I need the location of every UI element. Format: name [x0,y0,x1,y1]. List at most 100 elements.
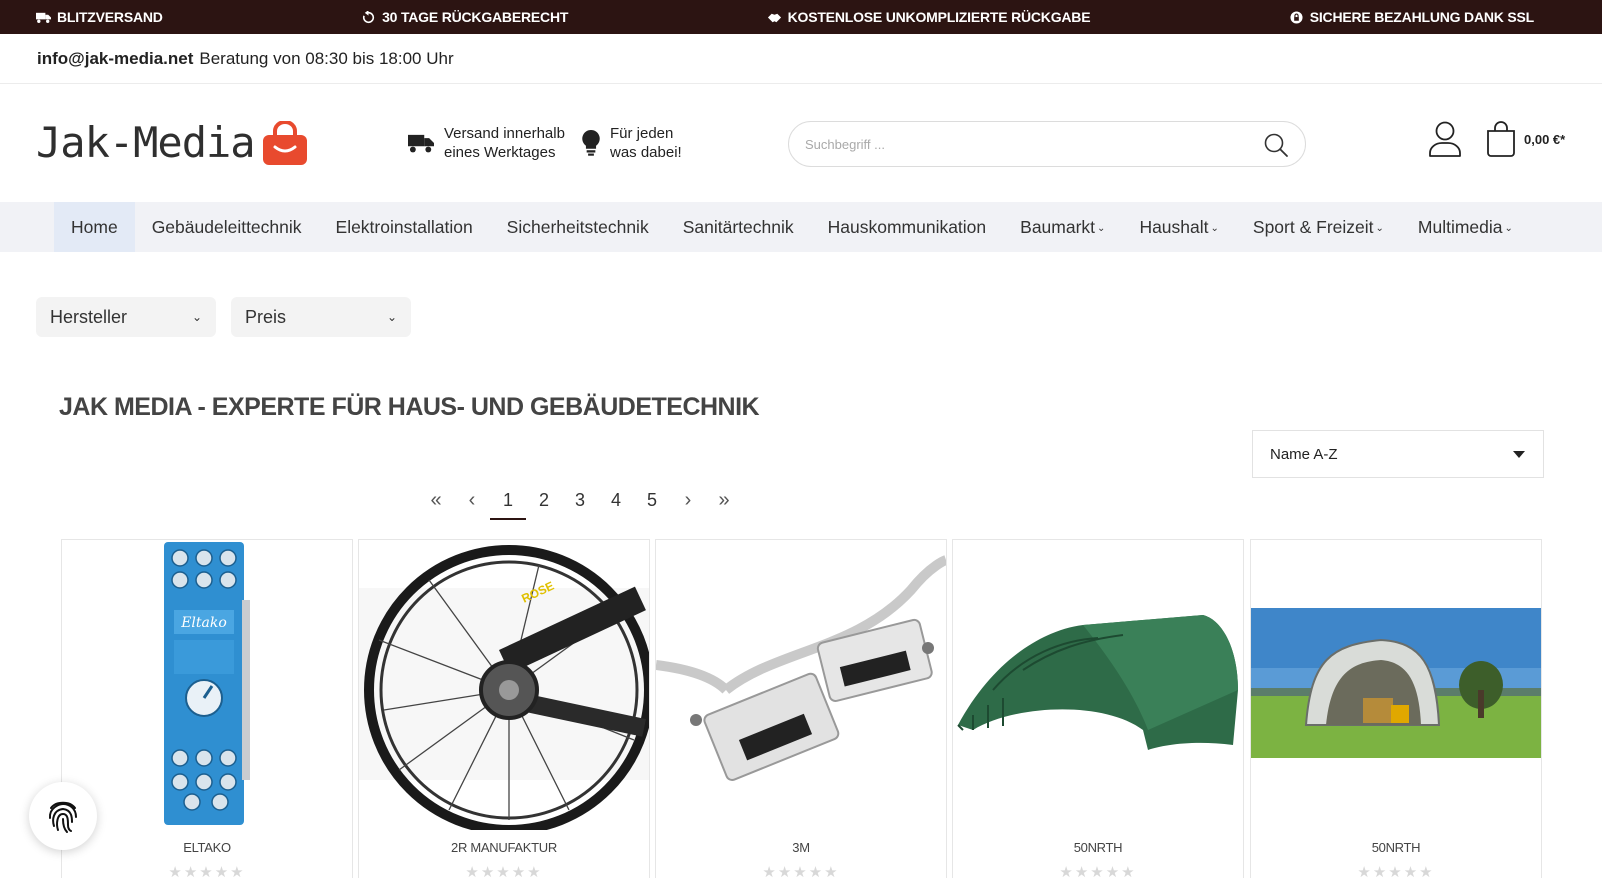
main-navigation: Home Gebäudeleittechnik Elektroinstallat… [0,202,1602,252]
truck-icon [36,12,51,23]
last-page-button[interactable]: » [706,484,742,516]
nav-label: Sport & Freizeit [1252,216,1374,237]
usp-item: SICHERE BEZAHLUNG DANK SSL [1289,9,1534,25]
nav-label: Elektroinstallation [335,216,473,237]
page-5-link[interactable]: 5 [634,484,670,516]
usp-label: BLITZVERSAND [57,9,163,25]
feature-text: Für jeden was dabei! [610,124,682,162]
handshake-icon [767,13,781,22]
nav-label: Sanitärtechnik [682,216,794,237]
nav-item-hauskommunikation[interactable]: Hauskommunikation [811,202,1004,252]
search-input[interactable] [805,136,1245,152]
usp-item: 30 TAGE RÜCKGABERECHT [361,9,568,25]
chevron-down-icon: ⌄ [1210,223,1219,234]
rating-stars: ★★★★★ [1059,864,1137,878]
usp-label: KOSTENLOSE UNKOMPLIZIERTE RÜCKGABE [787,9,1091,25]
nav-item-home[interactable]: Home [54,202,135,252]
chevron-down-icon: ⌄ [1375,223,1384,234]
usp-item: BLITZVERSAND [36,9,163,25]
usp-item: KOSTENLOSE UNKOMPLIZIERTE RÜCKGABE [767,9,1091,25]
usp-label: SICHERE BEZAHLUNG DANK SSL [1309,9,1534,25]
rating-stars: ★★★★★ [1357,864,1435,878]
truck-icon [408,134,434,153]
chevron-down-icon: ⌄ [1097,223,1106,234]
usp-bar: BLITZVERSAND 30 TAGE RÜCKGABERECHT KOSTE… [0,0,1602,34]
nav-label: Multimedia [1417,216,1503,237]
contact-email-link[interactable]: info@jak-media.net [37,49,193,69]
chevron-down-icon: ⌄ [1504,223,1513,234]
cart-total: 0,00 €* [1524,131,1566,147]
fingerprint-icon [48,801,77,833]
rating-stars: ★★★★★ [168,864,246,878]
shopping-bag-logo-icon [262,120,307,165]
price-filter[interactable]: Preis ⌄ [231,297,411,337]
product-manufacturer: 50NRTH [1073,840,1123,855]
feature-text: Versand innerhalb eines Werktages [444,124,565,162]
globe-lock-icon [1290,10,1303,24]
return-icon [363,10,375,23]
din-rail-dimmer-image: Eltako [62,540,352,830]
rating-stars: ★★★★★ [762,864,840,878]
page-3-link[interactable]: 3 [562,484,598,516]
nav-item-haushalt[interactable]: Haushalt ⌄ [1122,202,1235,252]
feature-shipping: Versand innerhalb eines Werktages [408,124,565,162]
contact-hours: Beratung von 08:30 bis 18:00 Uhr [199,48,454,68]
nav-label: Haushalt [1139,216,1209,237]
caret-down-icon [1513,450,1525,458]
usp-label: 30 TAGE RÜCKGABERECHT [382,9,569,25]
nav-item-sanitaertechnik[interactable]: Sanitärtechnik [666,202,811,252]
page-1-link[interactable]: 1 [490,484,526,520]
nav-label: Gebäudeleittechnik [151,216,302,237]
product-card[interactable]: Eltako ELTAKO ★★★★★ [61,539,353,878]
nav-label: Baumarkt [1020,216,1096,237]
cart-button[interactable]: 0,00 €* [1486,120,1565,158]
product-card[interactable]: ROSE 2R MANUFAKTUR ★★★★★ [358,539,650,878]
product-manufacturer: 2R MANUFAKTUR [451,840,557,855]
search-icon[interactable] [1263,132,1289,158]
feature-line: Für jeden [610,125,674,142]
feature-variety: Für jeden was dabei! [582,124,682,162]
logo-text: Jak-Media [36,118,256,167]
page-4-link[interactable]: 4 [598,484,634,516]
data-cable-image [656,540,946,830]
page-2-link[interactable]: 2 [526,484,562,516]
privacy-settings-button[interactable] [29,782,97,850]
green-tent-image [953,540,1243,830]
nav-item-baumarkt[interactable]: Baumarkt ⌄ [1003,202,1122,252]
feature-line: eines Werktages [444,144,556,161]
nav-item-sicherheitstechnik[interactable]: Sicherheitstechnik [490,202,666,252]
nav-item-sport-freizeit[interactable]: Sport & Freizeit ⌄ [1236,202,1401,252]
sort-select[interactable]: Name A-Z [1252,430,1544,478]
search-bar [788,121,1306,167]
product-manufacturer: 3M [792,840,810,855]
filter-label: Hersteller [50,306,128,327]
nav-item-gebaeudeleittechnik[interactable]: Gebäudeleittechnik [135,202,319,252]
nav-label: Hauskommunikation [827,216,987,237]
product-manufacturer: ELTAKO [183,840,231,855]
manufacturer-filter[interactable]: Hersteller ⌄ [36,297,216,337]
cart-bag-icon [1487,121,1515,157]
sort-selected-value: Name A-Z [1270,445,1338,463]
product-card[interactable]: 50NRTH ★★★★★ [1250,539,1542,878]
page-title: JAK MEDIA - EXPERTE FÜR HAUS- UND GEBÄUD… [59,393,760,421]
product-card[interactable]: 50NRTH ★★★★★ [952,539,1244,878]
header: Jak-Media Versand innerhalb eines Werkta… [0,84,1602,202]
product-card[interactable]: 3M ★★★★★ [655,539,947,878]
chevron-down-icon: ⌄ [386,310,397,324]
account-icon[interactable] [1428,120,1462,158]
product-manufacturer: 50NRTH [1371,840,1421,855]
first-page-button[interactable]: « [418,484,454,516]
bicycle-rear-wheel-image: ROSE [359,540,649,830]
nav-item-multimedia[interactable]: Multimedia ⌄ [1401,202,1530,252]
next-page-button[interactable]: › [670,484,706,516]
feature-line: Versand innerhalb [444,125,565,142]
chevron-down-icon: ⌄ [191,310,202,324]
nav-label: Home [71,216,118,237]
nav-item-elektroinstallation[interactable]: Elektroinstallation [319,202,490,252]
nav-label: Sicherheitstechnik [506,216,649,237]
rating-stars: ★★★★★ [465,864,543,878]
previous-page-button[interactable]: ‹ [454,484,490,516]
pagination: « ‹ 1 2 3 4 5 › » [418,484,742,520]
logo[interactable]: Jak-Media [36,118,309,167]
contact-line: info@jak-media.net Beratung von 08:30 bi… [0,34,1602,84]
